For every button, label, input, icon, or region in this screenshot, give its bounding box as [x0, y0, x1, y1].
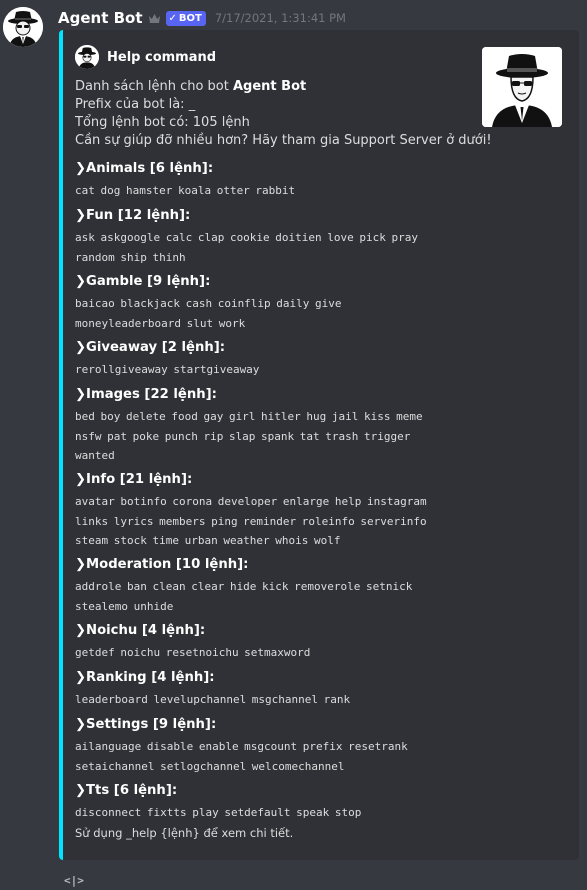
desc-line-3: Tổng lệnh bot có: 105 lệnh — [75, 115, 250, 130]
field-name: ❯Animals [6 lệnh]: — [75, 161, 214, 176]
embed-field: ❯Noichu [4 lệnh]: getdef noichu resetnoic… — [75, 622, 575, 663]
embed-description: Danh sách lệnh cho bot Agent Bot Prefix … — [75, 78, 492, 150]
author-icon — [75, 45, 99, 69]
field-value-line: links lyrics members ping reminder rolei… — [75, 514, 427, 528]
embed-field: ❯Settings [9 lệnh]: ailanguage disable en… — [75, 716, 575, 776]
field-value-line: cat dog hamster koala otter rabbit — [75, 184, 296, 197]
verified-check-icon: ✓ — [168, 12, 177, 24]
field-value-line: disconnect fixtts play setdefault speak … — [75, 806, 362, 819]
field-value-line: ailanguage disable enable msgcount prefi… — [75, 740, 408, 753]
username[interactable]: Agent Bot — [58, 9, 143, 27]
spy-author-icon — [75, 45, 99, 69]
field-name: ❯Tts [6 lệnh]: — [75, 783, 178, 798]
field-value-line: stealemo unhide — [75, 599, 174, 613]
timestamp[interactable]: 7/17/2021, 1:31:41 PM — [215, 11, 346, 25]
field-name: ❯Settings [9 lệnh]: — [75, 717, 217, 732]
field-value-line: nsfw pat poke punch rip slap spank tat t… — [75, 429, 411, 443]
desc-line-2: Prefix của bot là: _ — [75, 97, 196, 112]
field-value-line: setaichannel setlogchannel welcomechanne… — [75, 759, 345, 773]
embed-field: ❯Moderation [10 lệnh]: addrole ban clean … — [75, 556, 575, 616]
field-name: ❯Moderation [10 lệnh]: — [75, 557, 249, 572]
bot-badge: ✓ BOT — [165, 10, 206, 26]
bot-name-bold: Agent Bot — [232, 79, 307, 94]
desc-line-4: Cần sự giúp đỡ nhiều hơn? Hãy tham gia S… — [75, 133, 492, 148]
embed-field: ❯Ranking [4 lệnh]: leaderboard levelupcha… — [75, 669, 575, 710]
field-value: addrole ban clean clear hide kick remove… — [75, 577, 575, 616]
field-name: ❯Info [21 lệnh]: — [75, 472, 193, 487]
field-value-line: rerollgiveaway startgiveaway — [75, 363, 260, 376]
field-value-line: leaderboard levelupchannel msgchannel ra… — [75, 693, 351, 706]
embed-field: ❯Tts [6 lệnh]: disconnect fixtts play set… — [75, 782, 575, 823]
field-value-line: random ship thinh — [75, 250, 186, 264]
field-value-line: bed boy delete food gay girl hitler hug … — [75, 410, 423, 423]
field-value-line: ask askgoogle calc clap cookie doitien l… — [75, 231, 418, 244]
field-value: ailanguage disable enable msgcount prefi… — [75, 737, 575, 776]
embed-author: Help command — [75, 45, 216, 69]
field-value: rerollgiveaway startgiveaway — [75, 360, 575, 380]
field-value-line: moneyleaderboard slut work — [75, 316, 246, 330]
field-value-line: avatar botinfo corona developer enlarge … — [75, 495, 427, 508]
field-value: leaderboard levelupchannel msgchannel ra… — [75, 690, 575, 710]
message-actions-bar: <|> — [58, 870, 587, 890]
embed-field: ❯Images [22 lệnh]: bed boy delete food ga… — [75, 386, 575, 466]
spy-thumbnail-icon — [482, 47, 562, 127]
embed-author-name: Help command — [107, 49, 217, 65]
field-value-line: addrole ban clean clear hide kick remove… — [75, 580, 413, 593]
field-value-line: steam stock time urban weather whois wol… — [75, 534, 341, 547]
badge-label: BOT — [178, 12, 202, 24]
embed-field: ❯Info [21 lệnh]: avatar botinfo corona de… — [75, 471, 575, 551]
field-name: ❯Ranking [4 lệnh]: — [75, 670, 215, 685]
embed-field: ❯Gamble [9 lệnh]: baicao blackjack cash c… — [75, 273, 575, 333]
field-value: ask askgoogle calc clap cookie doitien l… — [75, 228, 575, 267]
field-value: getdef noichu resetnoichu setmaxword — [75, 643, 575, 663]
field-value-line: baicao blackjack cash coinflip daily giv… — [75, 297, 342, 310]
embed-footer: Sử dụng _help {lệnh} để xem chi tiết. — [75, 826, 294, 840]
crown-icon — [148, 13, 160, 23]
desc-line-1: Danh sách lệnh cho bot Agent Bot — [75, 78, 475, 96]
embed-field: ❯Fun [12 lệnh]: ask askgoogle calc clap c… — [75, 207, 575, 267]
spy-avatar-icon — [3, 7, 43, 47]
field-name: ❯Images [22 lệnh]: — [75, 387, 217, 402]
embed-field: ❯Giveaway [2 lệnh]: rerollgiveaway startg… — [75, 339, 575, 380]
field-name: ❯Gamble [9 lệnh]: — [75, 274, 211, 289]
field-name: ❯Noichu [4 lệnh]: — [75, 623, 206, 638]
field-value: baicao blackjack cash coinflip daily giv… — [75, 294, 575, 333]
help-embed: Help command Danh sách lệnh cho bot Agen… — [59, 30, 579, 860]
field-value: cat dog hamster koala otter rabbit — [75, 181, 575, 201]
desc-line-1-text: Danh sách lệnh cho bot — [75, 79, 233, 94]
field-value: disconnect fixtts play setdefault speak … — [75, 803, 575, 823]
code-icon[interactable]: <|> — [64, 874, 84, 887]
bot-avatar[interactable] — [3, 7, 43, 47]
message-header: Agent Bot ✓ BOT 7/17/2021, 1:31:41 PM — [58, 8, 346, 28]
field-value: bed boy delete food gay girl hitler hug … — [75, 407, 575, 466]
field-value-line: wanted — [75, 449, 115, 462]
embed-thumbnail[interactable] — [482, 47, 562, 127]
field-value: avatar botinfo corona developer enlarge … — [75, 492, 575, 551]
field-name: ❯Giveaway [2 lệnh]: — [75, 340, 226, 355]
field-value-line: getdef noichu resetnoichu setmaxword — [75, 646, 311, 659]
field-name: ❯Fun [12 lệnh]: — [75, 208, 191, 223]
embed-field: ❯Animals [6 lệnh]: cat dog hamster koala … — [75, 160, 575, 201]
